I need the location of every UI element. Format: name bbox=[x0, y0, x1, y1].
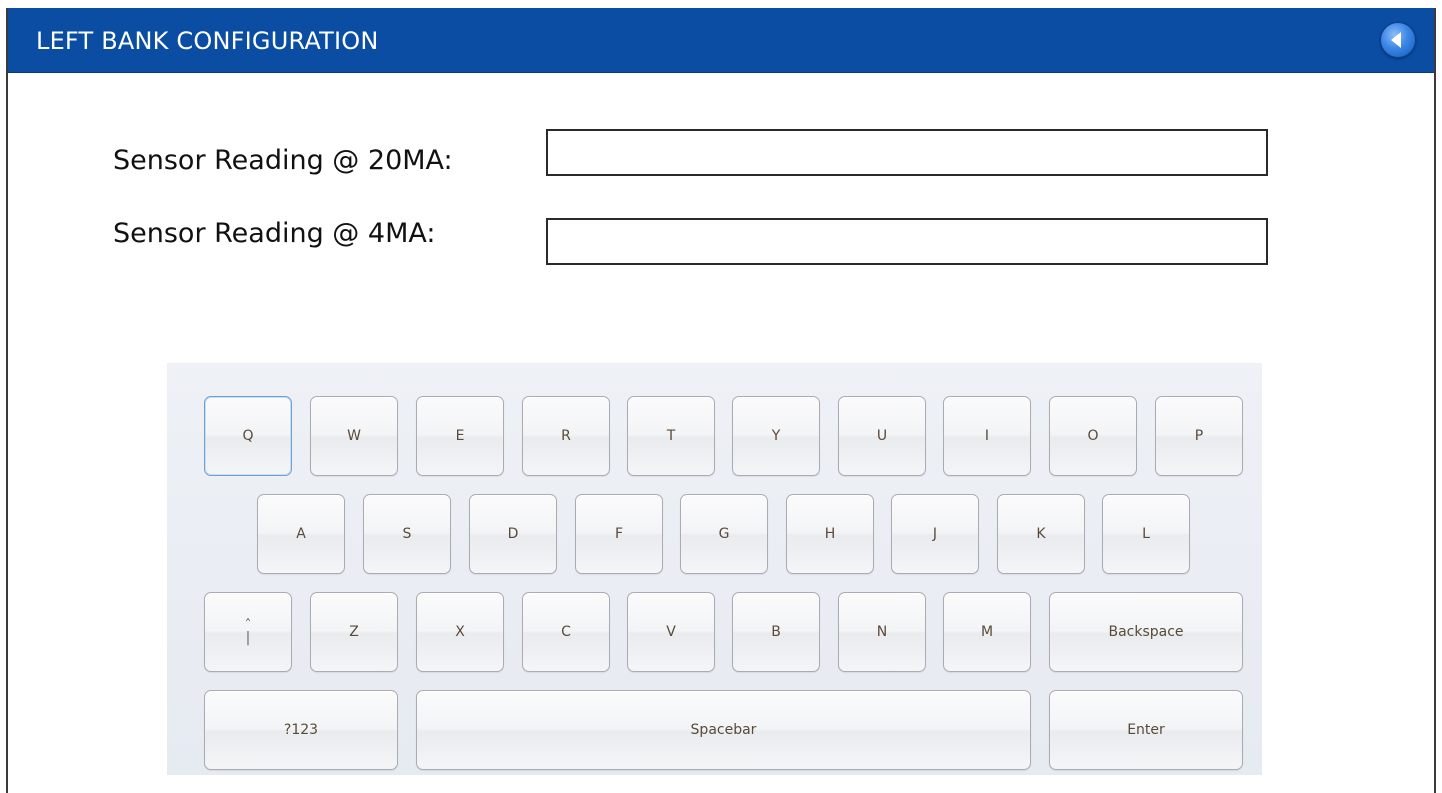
key-k[interactable]: K bbox=[997, 494, 1085, 574]
key-c[interactable]: C bbox=[522, 592, 610, 672]
key-i[interactable]: I bbox=[943, 396, 1031, 476]
key-q[interactable]: Q bbox=[204, 396, 292, 476]
on-screen-keyboard: Q W E R T Y U I O P A S D F G H J K L ˆ |… bbox=[167, 363, 1262, 775]
key-p[interactable]: P bbox=[1155, 396, 1243, 476]
key-u[interactable]: U bbox=[838, 396, 926, 476]
key-z[interactable]: Z bbox=[310, 592, 398, 672]
key-g[interactable]: G bbox=[680, 494, 768, 574]
title-bar: LEFT BANK CONFIGURATION bbox=[8, 8, 1434, 73]
key-b[interactable]: B bbox=[732, 592, 820, 672]
sensor-4ma-label: Sensor Reading @ 4MA: bbox=[113, 218, 436, 249]
sensor-20ma-label: Sensor Reading @ 20MA: bbox=[113, 145, 453, 176]
key-r[interactable]: R bbox=[522, 396, 610, 476]
shift-caret-icon: ˆ | bbox=[244, 618, 252, 646]
key-d[interactable]: D bbox=[469, 494, 557, 574]
key-y[interactable]: Y bbox=[732, 396, 820, 476]
key-f[interactable]: F bbox=[575, 494, 663, 574]
key-m[interactable]: M bbox=[943, 592, 1031, 672]
sensor-4ma-input[interactable] bbox=[546, 218, 1268, 265]
sensor-20ma-input[interactable] bbox=[546, 129, 1268, 176]
enter-key[interactable]: Enter bbox=[1049, 690, 1243, 770]
key-e[interactable]: E bbox=[416, 396, 504, 476]
key-t[interactable]: T bbox=[627, 396, 715, 476]
key-v[interactable]: V bbox=[627, 592, 715, 672]
key-a[interactable]: A bbox=[257, 494, 345, 574]
backspace-key[interactable]: Backspace bbox=[1049, 592, 1243, 672]
key-l[interactable]: L bbox=[1102, 494, 1190, 574]
key-j[interactable]: J bbox=[891, 494, 979, 574]
key-x[interactable]: X bbox=[416, 592, 504, 672]
key-o[interactable]: O bbox=[1049, 396, 1137, 476]
page-title: LEFT BANK CONFIGURATION bbox=[36, 27, 379, 55]
numbers-key[interactable]: ?123 bbox=[204, 690, 398, 770]
back-arrow-icon bbox=[1391, 32, 1401, 48]
key-s[interactable]: S bbox=[363, 494, 451, 574]
key-h[interactable]: H bbox=[786, 494, 874, 574]
spacebar-key[interactable]: Spacebar bbox=[416, 690, 1031, 770]
key-n[interactable]: N bbox=[838, 592, 926, 672]
back-button[interactable] bbox=[1380, 22, 1416, 58]
key-w[interactable]: W bbox=[310, 396, 398, 476]
shift-key[interactable]: ˆ | bbox=[204, 592, 292, 672]
